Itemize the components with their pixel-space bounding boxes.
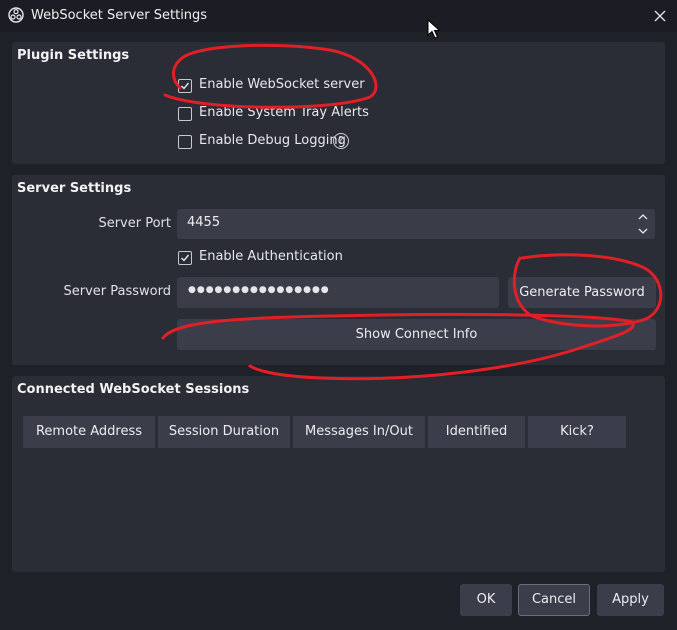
column-header-session-duration[interactable]: Session Duration [158, 416, 290, 448]
generate-password-label: Generate Password [519, 285, 645, 300]
server-port-input[interactable]: 4455 [177, 209, 655, 239]
sessions-panel: Connected WebSocket Sessions [12, 376, 665, 572]
sessions-title: Connected WebSocket Sessions [17, 382, 250, 397]
server-settings-title: Server Settings [17, 181, 132, 196]
server-port-value: 4455 [187, 215, 221, 230]
plugin-settings-title: Plugin Settings [17, 48, 130, 63]
column-header-remote-address[interactable]: Remote Address [23, 416, 155, 448]
plugin-settings-panel: Plugin Settings Enable WebSocket server … [12, 42, 665, 164]
chevron-down-icon[interactable] [638, 228, 648, 234]
obs-logo-icon [8, 7, 24, 23]
cancel-button[interactable]: Cancel [518, 584, 590, 616]
mouse-cursor-icon [427, 19, 441, 39]
port-spinner[interactable] [632, 209, 654, 239]
column-header-messages[interactable]: Messages In/Out [293, 416, 425, 448]
show-connect-info-button[interactable]: Show Connect Info [177, 319, 656, 350]
show-connect-info-label: Show Connect Info [355, 327, 478, 342]
checkbox-box [178, 135, 192, 149]
checkbox-box [178, 107, 192, 121]
apply-button[interactable]: Apply [597, 584, 664, 616]
help-icon[interactable]: ? [333, 133, 349, 149]
server-password-input[interactable]: ●●●●●●●●●●●●●●●● [177, 277, 499, 308]
enable-authentication-checkbox[interactable]: Enable Authentication [178, 248, 378, 268]
server-port-label: Server Port [98, 216, 171, 231]
chevron-up-icon[interactable] [638, 214, 648, 220]
column-header-identified[interactable]: Identified [428, 416, 525, 448]
apply-label: Apply [612, 592, 649, 607]
enable-tray-alerts-checkbox[interactable]: Enable System Tray Alerts [178, 104, 378, 124]
password-mask: ●●●●●●●●●●●●●●●● [188, 285, 330, 295]
cancel-label: Cancel [531, 592, 577, 607]
ok-button[interactable]: OK [460, 584, 512, 616]
server-settings-panel: Server Settings Server Port 4455 Enable … [12, 175, 665, 365]
close-button[interactable] [646, 2, 674, 30]
close-icon [654, 10, 666, 22]
enable-websocket-server-checkbox[interactable]: Enable WebSocket server [178, 76, 378, 96]
checkmark-icon [181, 82, 190, 90]
generate-password-button[interactable]: Generate Password [508, 277, 656, 308]
checkbox-box [178, 251, 192, 265]
column-header-kick[interactable]: Kick? [528, 416, 626, 448]
title-bar: WebSocket Server Settings [0, 0, 677, 32]
enable-websocket-server-label: Enable WebSocket server [199, 77, 365, 92]
window-title: WebSocket Server Settings [31, 8, 208, 23]
server-password-label: Server Password [63, 284, 172, 299]
checkmark-icon [181, 254, 190, 262]
ok-label: OK [476, 592, 496, 607]
checkbox-box [178, 79, 192, 93]
enable-debug-logging-label: Enable Debug Logging [199, 133, 346, 148]
enable-tray-alerts-label: Enable System Tray Alerts [199, 105, 369, 120]
enable-authentication-label: Enable Authentication [199, 249, 343, 264]
